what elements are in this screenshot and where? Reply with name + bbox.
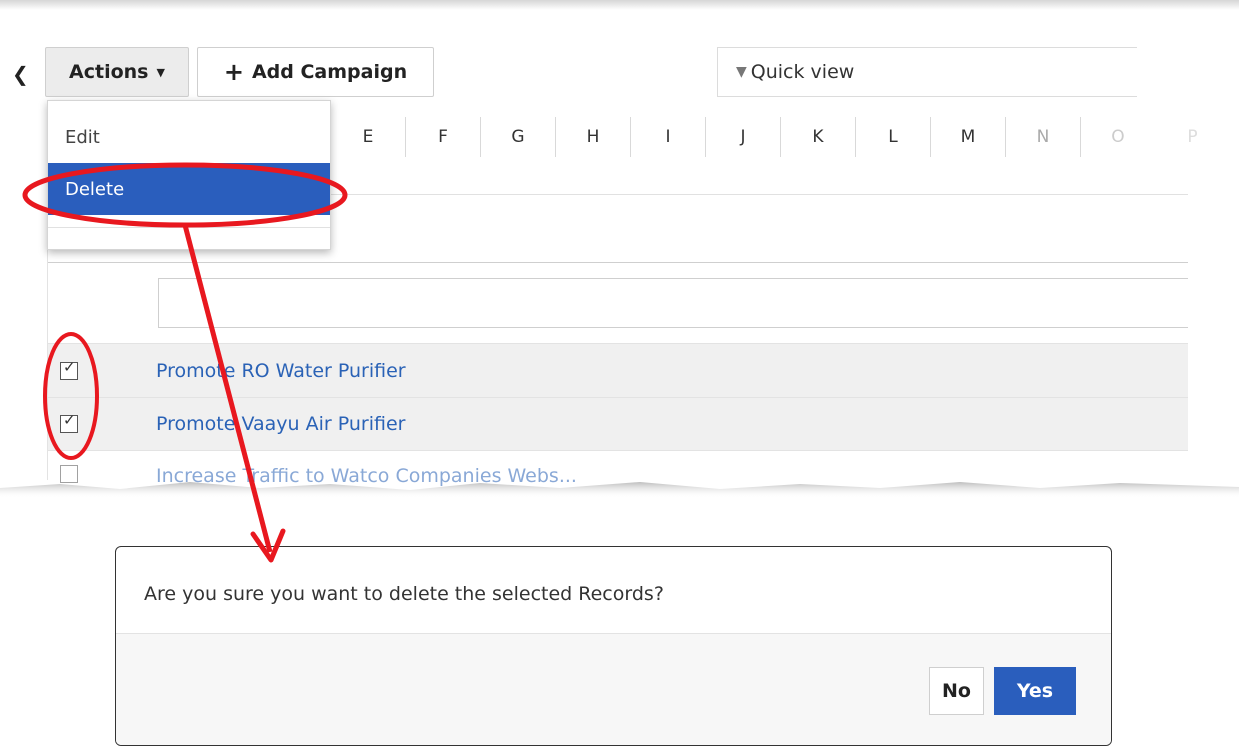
dialog-message: Are you sure you want to delete the sele… bbox=[144, 583, 664, 605]
divider bbox=[48, 262, 1188, 263]
campaign-list-screen: ❮ Actions ▼ + Add Campaign ▼ Quick view … bbox=[0, 0, 1239, 500]
actions-label: Actions bbox=[69, 61, 149, 83]
menu-item-edit[interactable]: Edit bbox=[65, 127, 100, 148]
chevron-left-icon[interactable]: ❮ bbox=[12, 62, 29, 86]
plus-icon: + bbox=[223, 58, 244, 86]
alpha-filter-i[interactable]: I bbox=[630, 117, 705, 157]
campaign-link[interactable]: Promote Vaayu Air Purifier bbox=[156, 413, 405, 435]
table-row[interactable]: ✓ Promote RO Water Purifier bbox=[48, 343, 1188, 397]
top-shadow bbox=[0, 0, 1239, 10]
campaign-link[interactable]: Promote RO Water Purifier bbox=[156, 360, 406, 382]
alpha-filter-p[interactable]: P bbox=[1155, 117, 1230, 157]
filter-icon: ▼ bbox=[736, 64, 747, 80]
row-checkbox[interactable]: ✓ bbox=[60, 357, 78, 380]
quick-view-label: Quick view bbox=[750, 61, 855, 83]
menu-divider bbox=[48, 227, 330, 228]
table-row[interactable]: ✓ Promote Vaayu Air Purifier bbox=[48, 397, 1188, 451]
confirm-delete-dialog: Are you sure you want to delete the sele… bbox=[115, 546, 1112, 746]
alpha-filter-l[interactable]: L bbox=[855, 117, 930, 157]
actions-dropdown-menu: Edit Delete bbox=[47, 100, 331, 250]
alpha-filter-o[interactable]: O bbox=[1080, 117, 1155, 157]
actions-button[interactable]: Actions ▼ bbox=[45, 47, 189, 97]
no-button[interactable]: No bbox=[929, 667, 984, 715]
search-input[interactable] bbox=[158, 278, 1188, 328]
check-icon: ✓ bbox=[63, 411, 76, 429]
quick-view-select[interactable]: ▼ Quick view bbox=[717, 47, 1137, 97]
alpha-filter-m[interactable]: M bbox=[930, 117, 1005, 157]
alpha-filter-f[interactable]: F bbox=[405, 117, 480, 157]
menu-item-delete[interactable]: Delete bbox=[48, 163, 330, 215]
yes-button[interactable]: Yes bbox=[994, 667, 1076, 715]
alpha-filter-h[interactable]: H bbox=[555, 117, 630, 157]
alpha-filter-k[interactable]: K bbox=[780, 117, 855, 157]
alpha-filter-e[interactable]: E bbox=[330, 117, 405, 157]
caret-down-icon: ▼ bbox=[156, 65, 165, 79]
alpha-filter-n[interactable]: N bbox=[1005, 117, 1080, 157]
add-campaign-button[interactable]: + Add Campaign bbox=[197, 47, 434, 97]
check-icon: ✓ bbox=[63, 357, 76, 376]
alpha-filter-g[interactable]: G bbox=[480, 117, 555, 157]
torn-edge bbox=[0, 482, 1239, 512]
alpha-filter-j[interactable]: J bbox=[705, 117, 780, 157]
alphabet-filter: E F G H I J K L M N O P bbox=[330, 117, 1230, 157]
add-campaign-label: Add Campaign bbox=[251, 61, 408, 83]
row-checkbox[interactable]: ✓ bbox=[60, 411, 78, 433]
